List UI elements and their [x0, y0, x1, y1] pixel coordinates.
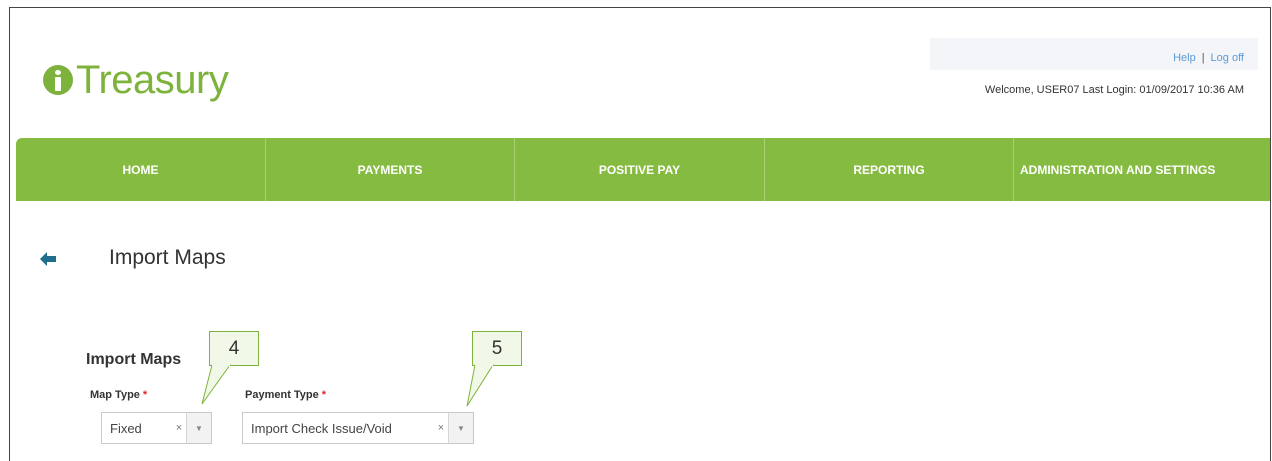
- callout-5-pointer: [466, 364, 494, 407]
- nav-item-positive-pay[interactable]: POSITIVE PAY: [515, 138, 765, 201]
- callout-4-pointer: [201, 364, 231, 405]
- help-link[interactable]: Help: [1173, 52, 1196, 64]
- info-i-logo-icon: [43, 65, 73, 95]
- app-frame: Treasury Help | Log off Welcome, USER07 La…: [9, 7, 1271, 461]
- required-marker: *: [142, 389, 148, 401]
- callout-4: 4: [209, 331, 259, 366]
- section-title: Import Maps: [86, 351, 182, 368]
- map-type-value: Fixed: [110, 420, 142, 436]
- main-nav: HOME PAYMENTS POSITIVE PAY REPORTING ADM…: [16, 138, 1270, 201]
- page-title: Import Maps: [109, 246, 226, 269]
- map-type-label: Map Type *: [90, 389, 148, 401]
- nav-item-payments[interactable]: PAYMENTS: [266, 138, 515, 201]
- header-user-area: Help | Log off Welcome, USER07 Last Login:…: [930, 38, 1258, 108]
- back-arrow-icon[interactable]: [40, 252, 56, 266]
- payment-type-value: Import Check Issue/Void: [251, 420, 392, 436]
- nav-item-home[interactable]: HOME: [16, 138, 266, 201]
- link-separator: |: [1201, 52, 1205, 64]
- payment-type-select[interactable]: Import Check Issue/Void × ▼: [242, 412, 474, 444]
- logoff-link[interactable]: Log off: [1211, 52, 1244, 64]
- payment-type-label: Payment Type *: [245, 389, 327, 401]
- nav-item-administration[interactable]: ADMINISTRATION AND SETTINGS: [1014, 138, 1270, 201]
- dropdown-arrow-icon[interactable]: ▼: [448, 413, 473, 443]
- nav-item-reporting[interactable]: REPORTING: [765, 138, 1014, 201]
- clear-icon[interactable]: ×: [434, 422, 448, 434]
- required-marker: *: [321, 389, 327, 401]
- logo-text: Treasury: [76, 58, 229, 102]
- dropdown-arrow-icon[interactable]: ▼: [186, 413, 211, 443]
- map-type-select[interactable]: Fixed × ▼: [101, 412, 212, 444]
- callout-5: 5: [472, 331, 522, 366]
- clear-icon[interactable]: ×: [172, 422, 186, 434]
- welcome-text: Welcome, USER07 Last Login: 01/09/2017 1…: [984, 84, 1244, 96]
- itreasury-logo[interactable]: Treasury: [43, 50, 229, 110]
- header-links: Help | Log off: [1173, 52, 1244, 64]
